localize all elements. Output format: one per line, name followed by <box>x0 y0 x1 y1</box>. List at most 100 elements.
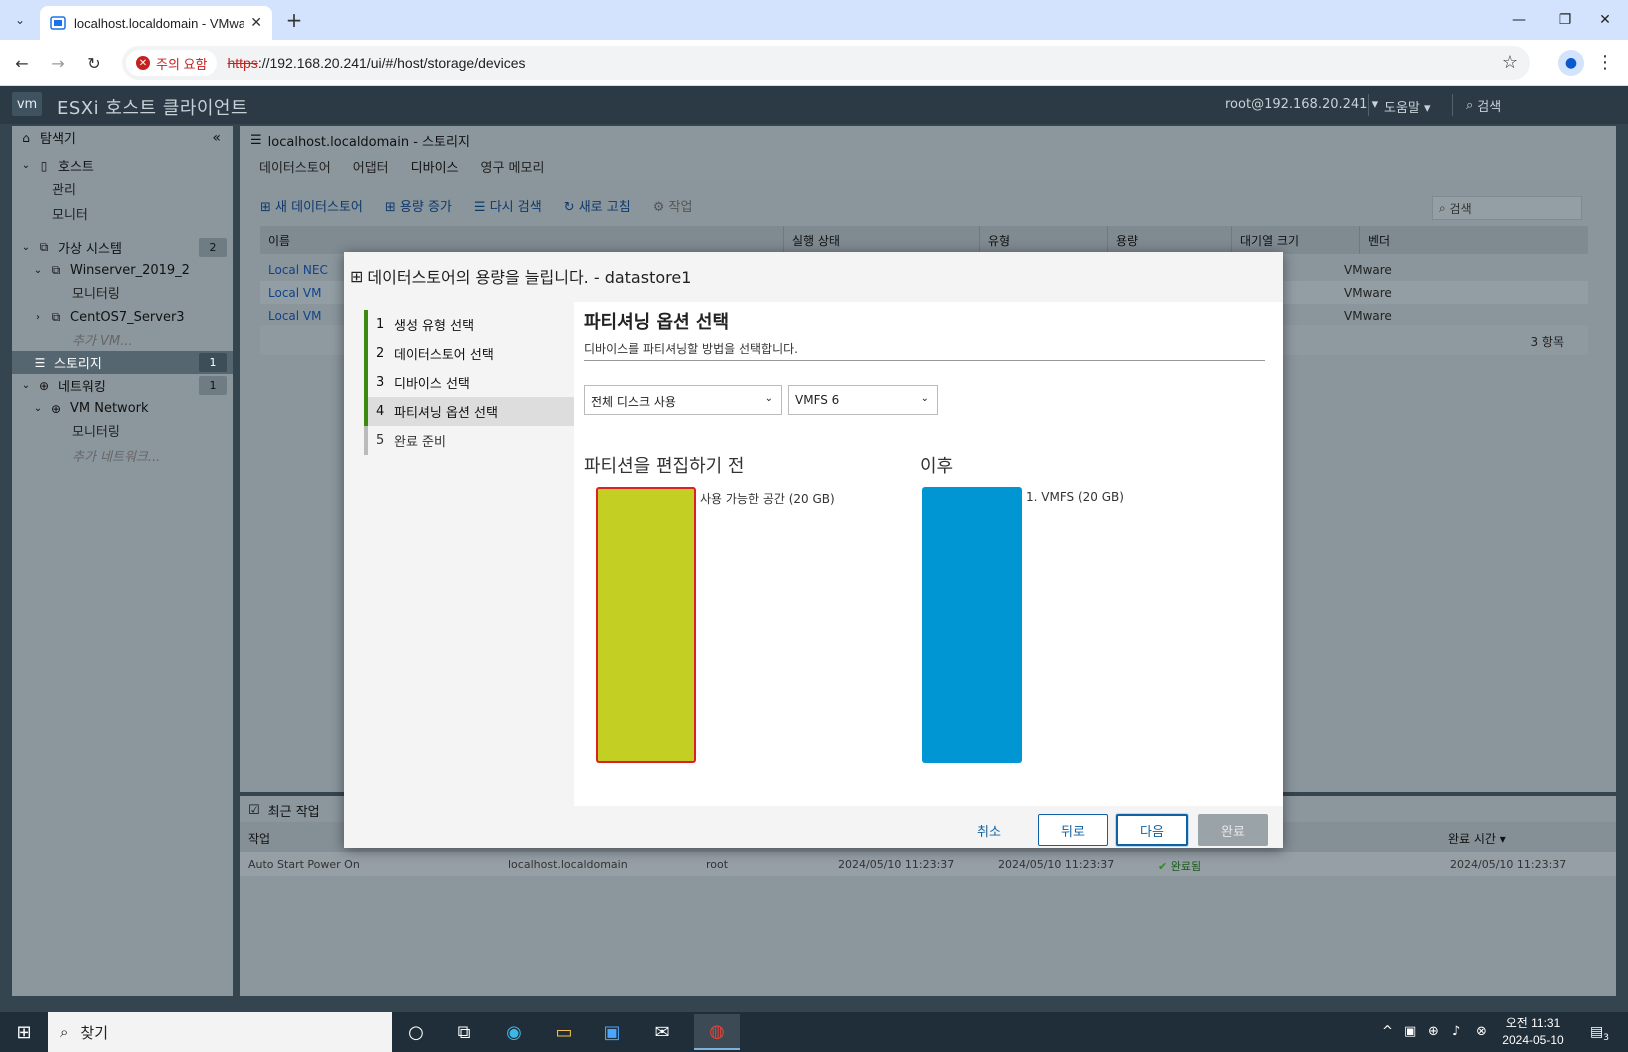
chevron-down-icon[interactable]: ⌄ <box>20 242 32 253</box>
refresh-button[interactable]: ↻ 새로 고침 <box>564 196 631 215</box>
task-row[interactable]: Auto Start Power On localhost.localdomai… <box>240 852 1616 876</box>
row-name[interactable]: Local VM <box>268 309 321 323</box>
col-status[interactable]: 실행 상태 <box>784 226 980 254</box>
col-type[interactable]: 유형 <box>980 226 1108 254</box>
rescan-button[interactable]: ☰ 다시 검색 <box>474 196 542 215</box>
minimize-icon[interactable]: — <box>1496 0 1542 40</box>
tab-datastores[interactable]: 데이터스토어 <box>248 154 342 185</box>
close-window-icon[interactable]: ✕ <box>1582 0 1628 40</box>
rescan-label: 다시 검색 <box>489 200 542 215</box>
nav-vm-network[interactable]: ⌄ ⊕ VM Network <box>12 397 233 420</box>
col-completed[interactable]: 완료 시간 ▾ <box>1448 830 1506 847</box>
nav-vms[interactable]: ⌄ ⧉ 가상 시스템 2 <box>12 236 233 259</box>
tab-adapters[interactable]: 어댑터 <box>342 154 400 185</box>
header-search[interactable]: ⌕ 검색 <box>1466 96 1501 115</box>
step-2[interactable]: 2 데이터스토어 선택 <box>364 339 574 368</box>
chevron-down-icon[interactable]: ⌄ <box>32 265 44 276</box>
item-count: 3 항목 <box>1530 335 1564 349</box>
increase-capacity-button[interactable]: ⊞ 용량 증가 <box>385 196 452 215</box>
navigator-panel: ⌂ 탐색기 « ⌄ ▯ 호스트 관리 모니터 ⌄ ⧉ 가상 시스템 2 ⌄ ⧉ … <box>12 126 233 996</box>
col-task[interactable]: 작업 <box>248 830 270 847</box>
step-5-label: 완료 준비 <box>394 435 446 450</box>
col-capacity[interactable]: 용량 <box>1108 226 1232 254</box>
task-view-icon[interactable]: ⧉ <box>448 1018 480 1046</box>
bookmark-star-icon[interactable]: ☆ <box>1502 52 1518 73</box>
cancel-button[interactable]: 취소 <box>954 814 1024 846</box>
volume-icon[interactable]: ♪ <box>1452 1024 1460 1039</box>
user-menu[interactable]: root@192.168.20.241 ▾ <box>1225 97 1378 112</box>
nav-host[interactable]: ⌄ ▯ 호스트 <box>12 154 233 177</box>
taskbar-search[interactable]: ⌕ 찾기 <box>48 1012 392 1052</box>
nav-vm1-monitor[interactable]: 모니터링 <box>12 281 233 304</box>
profile-avatar-icon[interactable]: ● <box>1558 50 1584 76</box>
new-tab-icon[interactable]: + <box>282 8 306 32</box>
new-datastore-button[interactable]: ⊞ 새 데이터스토어 <box>260 196 363 215</box>
nav-storage[interactable]: ☰ 스토리지 1 <box>12 351 233 374</box>
forward-icon[interactable]: → <box>46 51 70 75</box>
tray-app-icon[interactable]: ▣ <box>1404 1024 1416 1039</box>
devices-search-input[interactable]: ⌕ 검색 <box>1432 196 1582 220</box>
step-4[interactable]: 4 파티셔닝 옵션 선택 <box>364 397 574 426</box>
edge-icon[interactable]: ◉ <box>498 1018 530 1046</box>
chevron-down-icon[interactable]: ⌄ <box>20 160 32 171</box>
back-button[interactable]: 뒤로 <box>1038 814 1108 846</box>
nav-net-monitor[interactable]: 모니터링 <box>12 419 233 442</box>
check-icon: ✔ <box>1158 860 1171 873</box>
vmfs-version-select[interactable]: VMFS 6 ⌄ <box>788 385 938 415</box>
step-1[interactable]: 1 생성 유형 선택 <box>364 310 574 339</box>
actions-button[interactable]: ⚙ 작업 <box>653 196 693 215</box>
file-explorer-icon[interactable]: ▭ <box>548 1018 580 1046</box>
cortana-icon[interactable]: ○ <box>400 1018 432 1046</box>
taskbar-clock[interactable]: 오전 11:31 2024-05-10 <box>1498 1015 1568 1049</box>
task-result-label: 완료됨 <box>1170 860 1202 873</box>
nav-vm-centos[interactable]: › ⧉ CentOS7_Server3 <box>12 306 233 329</box>
more-networks-label: 추가 네트워크... <box>72 450 161 465</box>
finish-button[interactable]: 완료 <box>1198 814 1268 846</box>
nav-vms-label: 가상 시스템 <box>58 242 122 257</box>
url-text[interactable]: https://192.168.20.241/ui/#/host/storage… <box>227 55 525 71</box>
nav-more-vms[interactable]: 추가 VM... <box>12 328 233 351</box>
tab-devices[interactable]: 디바이스 <box>399 154 470 185</box>
vm1-monitor-label: 모니터링 <box>72 287 120 302</box>
windows-start-icon[interactable]: ⊞ <box>0 1012 48 1052</box>
back-icon[interactable]: ← <box>10 51 34 75</box>
next-button[interactable]: 다음 <box>1116 814 1188 846</box>
security-chip[interactable]: ✕ 주의 요함 <box>126 50 218 76</box>
browser-menu-icon[interactable]: ⋮ <box>1596 52 1614 73</box>
col-queue-depth[interactable]: 대기열 크기 <box>1232 226 1360 254</box>
omnibox[interactable]: ✕ 주의 요함 https://192.168.20.241/ui/#/host… <box>122 46 1530 80</box>
chevron-down-icon[interactable]: ⌄ <box>32 403 44 414</box>
help-menu[interactable]: 도움말 ▾ <box>1384 97 1431 116</box>
chrome-icon[interactable]: ◍ <box>694 1014 740 1050</box>
tray-close-icon[interactable]: ⊗ <box>1476 1024 1487 1039</box>
nav-vm-winserver[interactable]: ⌄ ⧉ Winserver_2019_2 <box>12 259 233 282</box>
store-icon[interactable]: ▣ <box>596 1018 628 1046</box>
tab-close-icon[interactable]: ✕ <box>250 15 262 31</box>
tab-list-icon[interactable]: ⌄ <box>8 8 32 32</box>
chevron-down-icon[interactable]: ⌄ <box>20 380 32 391</box>
row-name[interactable]: Local NEC <box>268 263 328 277</box>
nav-manage[interactable]: 관리 <box>12 177 233 200</box>
collapse-icon[interactable]: « <box>212 130 221 146</box>
nav-networking[interactable]: ⌄ ⊕ 네트워킹 1 <box>12 374 233 397</box>
reload-icon[interactable]: ↻ <box>82 51 106 75</box>
col-vendor[interactable]: 벤더 <box>1360 226 1588 254</box>
mail-icon[interactable]: ✉ <box>646 1018 678 1046</box>
browser-tab[interactable]: localhost.localdomain - VMwa ✕ <box>40 6 272 40</box>
network-tray-icon[interactable]: ⊕ <box>1428 1024 1439 1039</box>
nav-more-networks[interactable]: 추가 네트워크... <box>12 444 233 467</box>
step-5[interactable]: 5 완료 준비 <box>364 426 574 455</box>
task-name: Auto Start Power On <box>248 858 360 871</box>
tab-persistent-memory[interactable]: 영구 메모리 <box>470 154 556 185</box>
row-name[interactable]: Local VM <box>268 286 321 300</box>
vms-count-badge: 2 <box>199 238 227 257</box>
nav-monitor[interactable]: 모니터 <box>12 202 233 225</box>
url-path: ://192.168.20.241/ui/#/host/storage/devi… <box>257 55 526 71</box>
chevron-right-icon[interactable]: › <box>32 312 44 323</box>
partition-option-select[interactable]: 전체 디스크 사용 ⌄ <box>584 385 782 415</box>
step-3[interactable]: 3 디바이스 선택 <box>364 368 574 397</box>
col-name[interactable]: 이름 <box>260 226 784 254</box>
notification-icon[interactable]: ▤3 <box>1590 1024 1609 1043</box>
tray-chevron-icon[interactable]: ^ <box>1382 1024 1393 1039</box>
net-monitor-label: 모니터링 <box>72 425 120 440</box>
